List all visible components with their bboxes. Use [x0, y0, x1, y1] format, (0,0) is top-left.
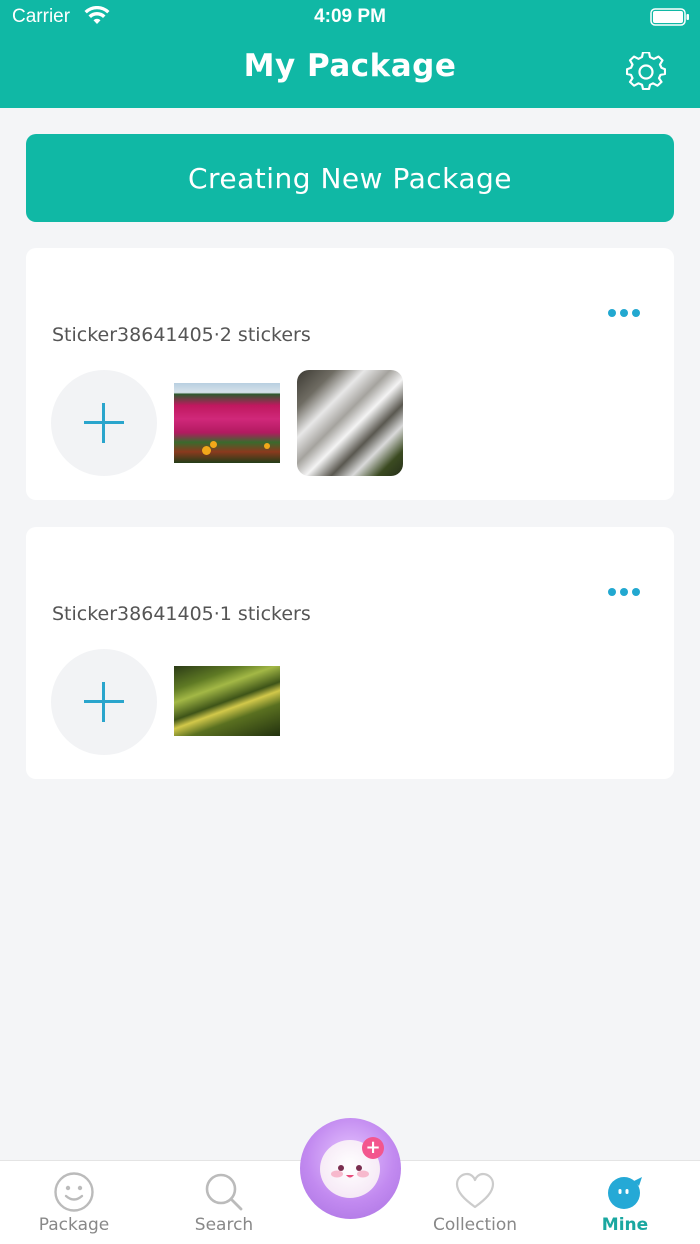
add-sticker-icon[interactable]: + [300, 1118, 401, 1219]
page-title: My Package [243, 48, 457, 84]
package-card: Sticker38641405·1 stickers [26, 527, 674, 779]
tab-label: Mine [601, 1215, 649, 1235]
plus-badge-icon: + [362, 1137, 384, 1159]
status-bar: Carrier 4:09 PM [0, 0, 700, 36]
tab-package[interactable]: Package [24, 1161, 124, 1244]
header: Carrier 4:09 PM My Package [0, 0, 700, 108]
tab-collection[interactable]: Collection [425, 1161, 525, 1244]
tab-label: Package [38, 1215, 110, 1235]
magnifier-icon [205, 1173, 243, 1211]
package-card: Sticker38641405·2 stickers [26, 248, 674, 500]
create-package-button[interactable]: Creating New Package [26, 134, 674, 222]
heart-icon [455, 1172, 495, 1209]
more-options-icon[interactable] [608, 587, 640, 597]
clock-time: 4:09 PM [314, 6, 386, 27]
gear-icon[interactable] [626, 52, 666, 92]
mine-icon [608, 1177, 642, 1209]
battery-icon [650, 8, 689, 26]
package-title: Sticker38641405·1 stickers [52, 603, 311, 625]
sticker-thumbnail-flowers[interactable] [174, 383, 280, 463]
smiley-icon [54, 1172, 94, 1212]
add-sticker-button[interactable] [51, 649, 157, 755]
add-sticker-button[interactable] [51, 370, 157, 476]
tab-search[interactable]: Search [174, 1161, 274, 1244]
more-options-icon[interactable] [608, 308, 640, 318]
package-title: Sticker38641405·2 stickers [52, 324, 311, 346]
tab-label: Collection [432, 1215, 518, 1235]
sticker-thumbnail-waterfall[interactable] [297, 370, 403, 476]
tab-label: Search [194, 1215, 254, 1235]
tab-mine[interactable]: Mine [575, 1161, 675, 1244]
sticker-thumbnail-leaves[interactable] [174, 666, 280, 736]
